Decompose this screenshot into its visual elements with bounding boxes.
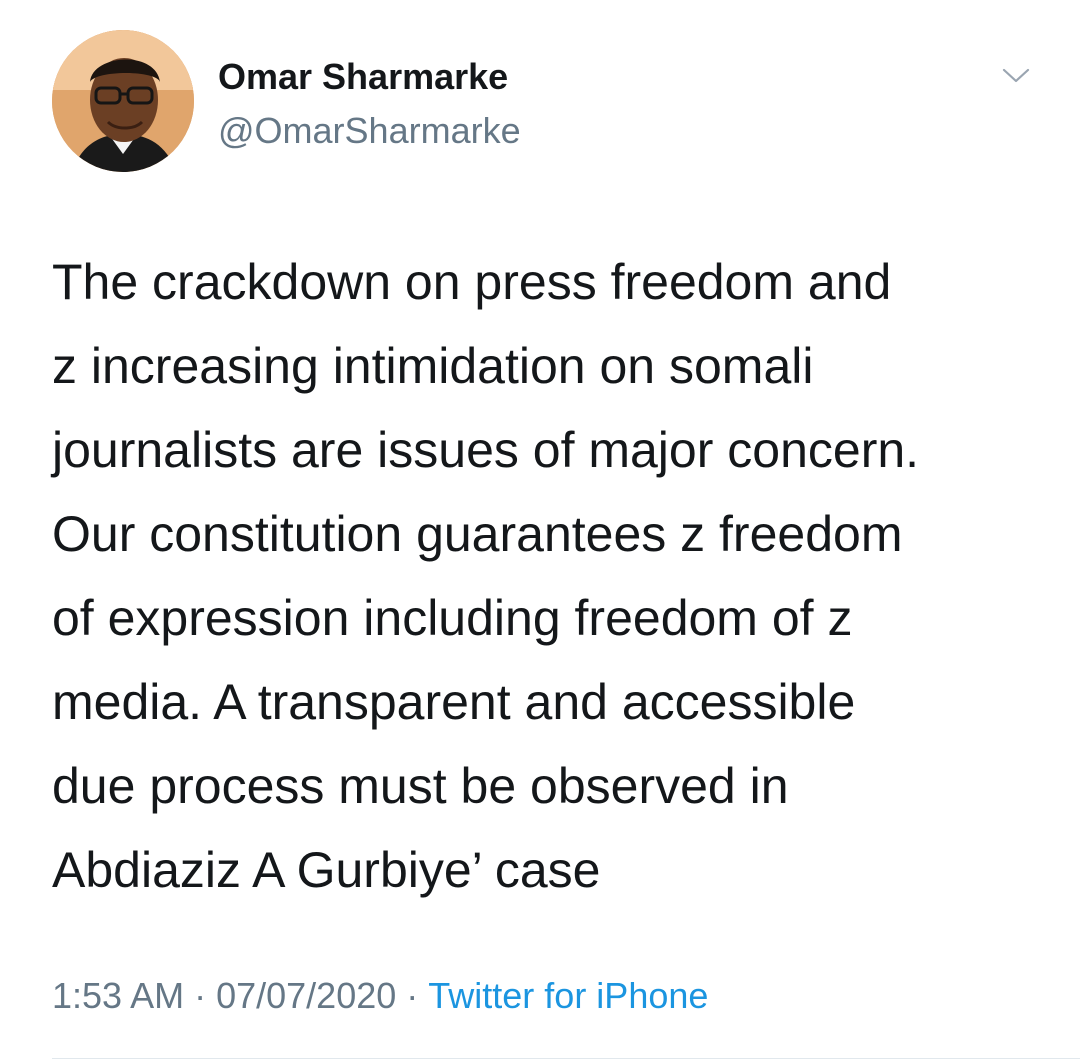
tweet-card: Omar Sharmarke @OmarSharmarke The crackd… xyxy=(0,0,1080,1064)
author-name[interactable]: Omar Sharmarke xyxy=(218,56,508,98)
tweet-date[interactable]: 07/07/2020 xyxy=(216,975,396,1016)
meta-separator: · xyxy=(194,975,207,1016)
more-options-button[interactable] xyxy=(992,58,1040,94)
divider xyxy=(52,1058,1080,1059)
tweet-meta: 1:53 AM · 07/07/2020 · Twitter for iPhone xyxy=(52,975,708,1017)
tweet-source-link[interactable]: Twitter for iPhone xyxy=(428,975,708,1016)
avatar-photo xyxy=(52,30,194,172)
tweet-time: 1:53 AM xyxy=(52,975,185,1016)
chevron-down-icon xyxy=(1002,68,1030,83)
meta-separator: · xyxy=(406,975,419,1016)
author-handle[interactable]: @OmarSharmarke xyxy=(218,110,521,152)
tweet-text: The crackdown on press freedom and z inc… xyxy=(52,254,920,898)
avatar[interactable] xyxy=(52,30,194,172)
